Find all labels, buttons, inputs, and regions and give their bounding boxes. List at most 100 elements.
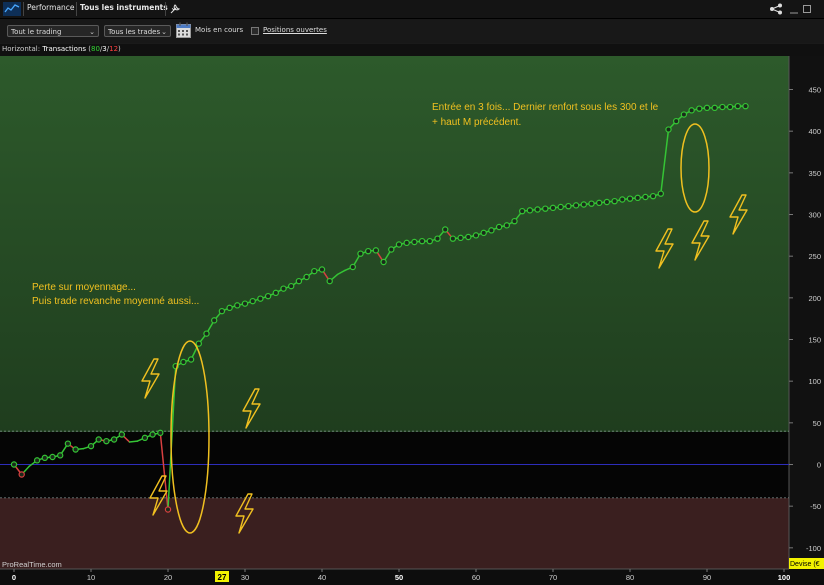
trade-point [10,461,18,468]
trade-point [264,292,272,300]
trade-point [480,229,487,237]
annotation-right-line1: Entrée en 3 fois... Dernier renfort sous… [432,102,659,113]
trade-point [642,193,649,201]
trade-point [442,226,449,233]
trade-point [118,431,126,438]
trade-point [72,446,79,453]
trade-point [203,330,210,337]
trade-point [703,104,711,112]
trade-point [403,239,410,247]
trade-point [426,237,433,245]
trade-point [288,282,295,290]
trade-point [164,506,172,513]
trade-point [110,436,118,443]
y-tick-label: 150 [808,336,821,345]
trade-point [318,266,326,273]
trade-point [357,250,364,257]
trade-point [526,207,534,214]
x-tick-label: 90 [703,573,711,582]
trade-point [542,205,549,212]
performance-chart[interactable]: -100 -50 0 50 100 150 200 250 300 350 400 450 0 10 20… [0,0,824,585]
trade-point [395,241,403,248]
trade-point [41,454,49,462]
y-tick-label: 450 [808,86,821,95]
trade-point [257,295,264,302]
trade-point [210,317,218,324]
trade-point [418,237,426,245]
y-tick-label: 50 [813,419,821,428]
trade-point [565,202,572,210]
trade-point [534,206,541,213]
trade-point [180,358,187,366]
trade-point [734,102,742,110]
trade-point [711,104,718,112]
x-tick-label: 60 [472,573,480,582]
y-tick-label: -100 [806,544,821,553]
trade-point [326,277,333,285]
annotation-right-line2: + haut M précédent. [432,117,521,128]
x-tick-label: 20 [164,573,172,582]
trade-point [580,201,588,208]
x-tick-label: 0 [12,573,16,582]
trade-point [411,238,418,246]
trade-point [234,302,241,309]
trade-point [603,198,611,206]
trade-point [249,297,256,305]
trade-point [549,204,557,212]
trade-point [141,434,149,442]
trade-point [241,300,249,307]
annotation-left-line1: Perte sur moyennage... [32,282,136,293]
trade-point [280,285,287,292]
trade-point [87,442,95,450]
trade-point [349,263,356,271]
x-tick-label: 70 [549,573,557,582]
y-tick-label: 400 [808,127,821,136]
trade-point [572,202,580,209]
trade-point [149,431,156,438]
trade-point [657,190,665,197]
y-tick-label: 300 [808,211,821,220]
trade-point [64,440,72,447]
trade-point [634,194,641,202]
trade-point [726,103,734,111]
x-tick-label: 50 [395,573,403,582]
trade-point [719,103,726,111]
trade-point [372,247,380,254]
trade-point [673,117,680,125]
trade-point [557,203,564,211]
loss-zone [0,498,789,569]
trade-point [596,199,603,207]
win-segment [128,440,138,443]
y-tick-label: 250 [808,252,821,261]
y-tick-label: -50 [810,502,821,511]
trade-point [187,356,195,363]
x-tick-label: 40 [318,573,326,582]
trade-point [295,277,303,285]
trade-point [380,258,387,266]
trade-point [311,267,318,275]
watermark: ProRealTime.com [2,560,62,569]
trade-point [457,234,464,242]
trade-point [680,111,688,118]
y-tick-label: 100 [808,377,821,386]
trade-point [588,200,595,207]
trade-point [449,235,457,242]
trade-point [33,457,41,464]
annotation-left-line2: Puis trade revanche moyenné aussi... [32,296,199,307]
trade-point [195,340,202,347]
trade-point [696,105,703,112]
trade-point [649,192,657,200]
trade-point [688,107,695,114]
trade-point [434,235,441,242]
trade-point [488,227,495,234]
trade-point [303,273,310,281]
trade-point [272,289,279,297]
trade-point [519,207,526,215]
trade-point [465,233,472,241]
x-tick-label: 80 [626,573,634,582]
trade-point [665,126,672,133]
y-tick-label: 200 [808,294,821,303]
trade-point [511,217,518,225]
trade-point [503,222,510,229]
x-axis-panel [0,569,824,585]
